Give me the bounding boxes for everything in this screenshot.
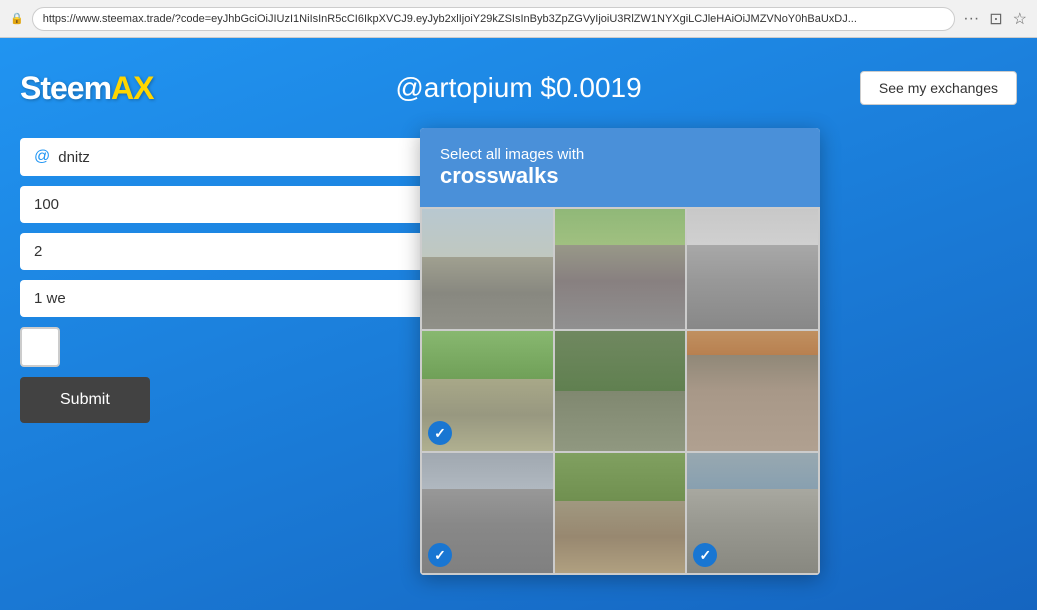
selected-badge-9: ✓ (693, 543, 717, 567)
captcha-image-9: ✓ (687, 453, 818, 573)
captcha-cell-5[interactable] (555, 331, 686, 451)
main-content: $0.0019 vs. $0.0009 @ dnitz 100 2 1 we S… (0, 138, 1037, 161)
captcha-cell-9[interactable]: ✓ (687, 453, 818, 573)
captcha-dialog: Select all images with crosswalks ✓ (420, 128, 820, 575)
logo-ax: AX (111, 70, 153, 106)
url-bar[interactable]: https://www.steemax.trade/?code=eyJhbGci… (32, 7, 956, 31)
exchange-form: @ dnitz 100 2 1 we Submit (20, 138, 440, 423)
browser-security: 🔒 (10, 12, 24, 25)
captcha-cell-7[interactable]: ✓ (422, 453, 553, 573)
amount-value: 100 (34, 196, 59, 213)
captcha-cell-8[interactable] (555, 453, 686, 573)
page-title: @artopium $0.0019 (395, 72, 641, 104)
amount-field[interactable]: 100 (20, 186, 440, 223)
captcha-challenge-word: crosswalks (440, 163, 800, 189)
captcha-cell-3[interactable] (687, 209, 818, 329)
lock-icon: 🔒 (10, 12, 24, 25)
url-text: https://www.steemax.trade/?code=eyJhbGci… (43, 13, 857, 25)
submit-button[interactable]: Submit (20, 377, 150, 423)
captcha-image-7: ✓ (422, 453, 553, 573)
captcha-cell-1[interactable] (422, 209, 553, 329)
captcha-cell-6[interactable] (687, 331, 818, 451)
username-field[interactable]: @ dnitz (20, 138, 440, 176)
duration-field[interactable]: 1 we (20, 280, 440, 317)
browser-controls: ··· ⊡ ☆ (963, 9, 1027, 29)
pocket-icon[interactable]: ⊡ (989, 9, 1002, 29)
browser-chrome: 🔒 https://www.steemax.trade/?code=eyJhbG… (0, 0, 1037, 38)
logo: SteemAX (20, 70, 154, 107)
captcha-image-6 (687, 331, 818, 451)
captcha-image-4: ✓ (422, 331, 553, 451)
captcha-image-2 (555, 209, 686, 329)
selected-badge-7: ✓ (428, 543, 452, 567)
captcha-image-5 (555, 331, 686, 451)
at-icon: @ (34, 148, 50, 166)
captcha-header: Select all images with crosswalks (420, 128, 820, 207)
see-exchanges-button[interactable]: See my exchanges (860, 71, 1017, 105)
selected-badge-4: ✓ (428, 421, 452, 445)
checkbox-area (20, 327, 440, 367)
captcha-cell-4[interactable]: ✓ (422, 331, 553, 451)
number-field[interactable]: 2 (20, 233, 440, 270)
captcha-instruction: Select all images with (440, 146, 584, 163)
app-header: SteemAX @artopium $0.0019 See my exchang… (0, 38, 1037, 138)
duration-value: 1 we (34, 290, 66, 307)
menu-dots-icon[interactable]: ··· (963, 10, 979, 28)
captcha-grid: ✓ ✓ ✓ (420, 207, 820, 575)
captcha-image-1 (422, 209, 553, 329)
captcha-cell-2[interactable] (555, 209, 686, 329)
captcha-image-8 (555, 453, 686, 573)
terms-checkbox[interactable] (20, 327, 60, 367)
captcha-image-3 (687, 209, 818, 329)
username-value: dnitz (58, 149, 90, 166)
number-value: 2 (34, 243, 42, 260)
star-icon[interactable]: ☆ (1013, 9, 1027, 29)
